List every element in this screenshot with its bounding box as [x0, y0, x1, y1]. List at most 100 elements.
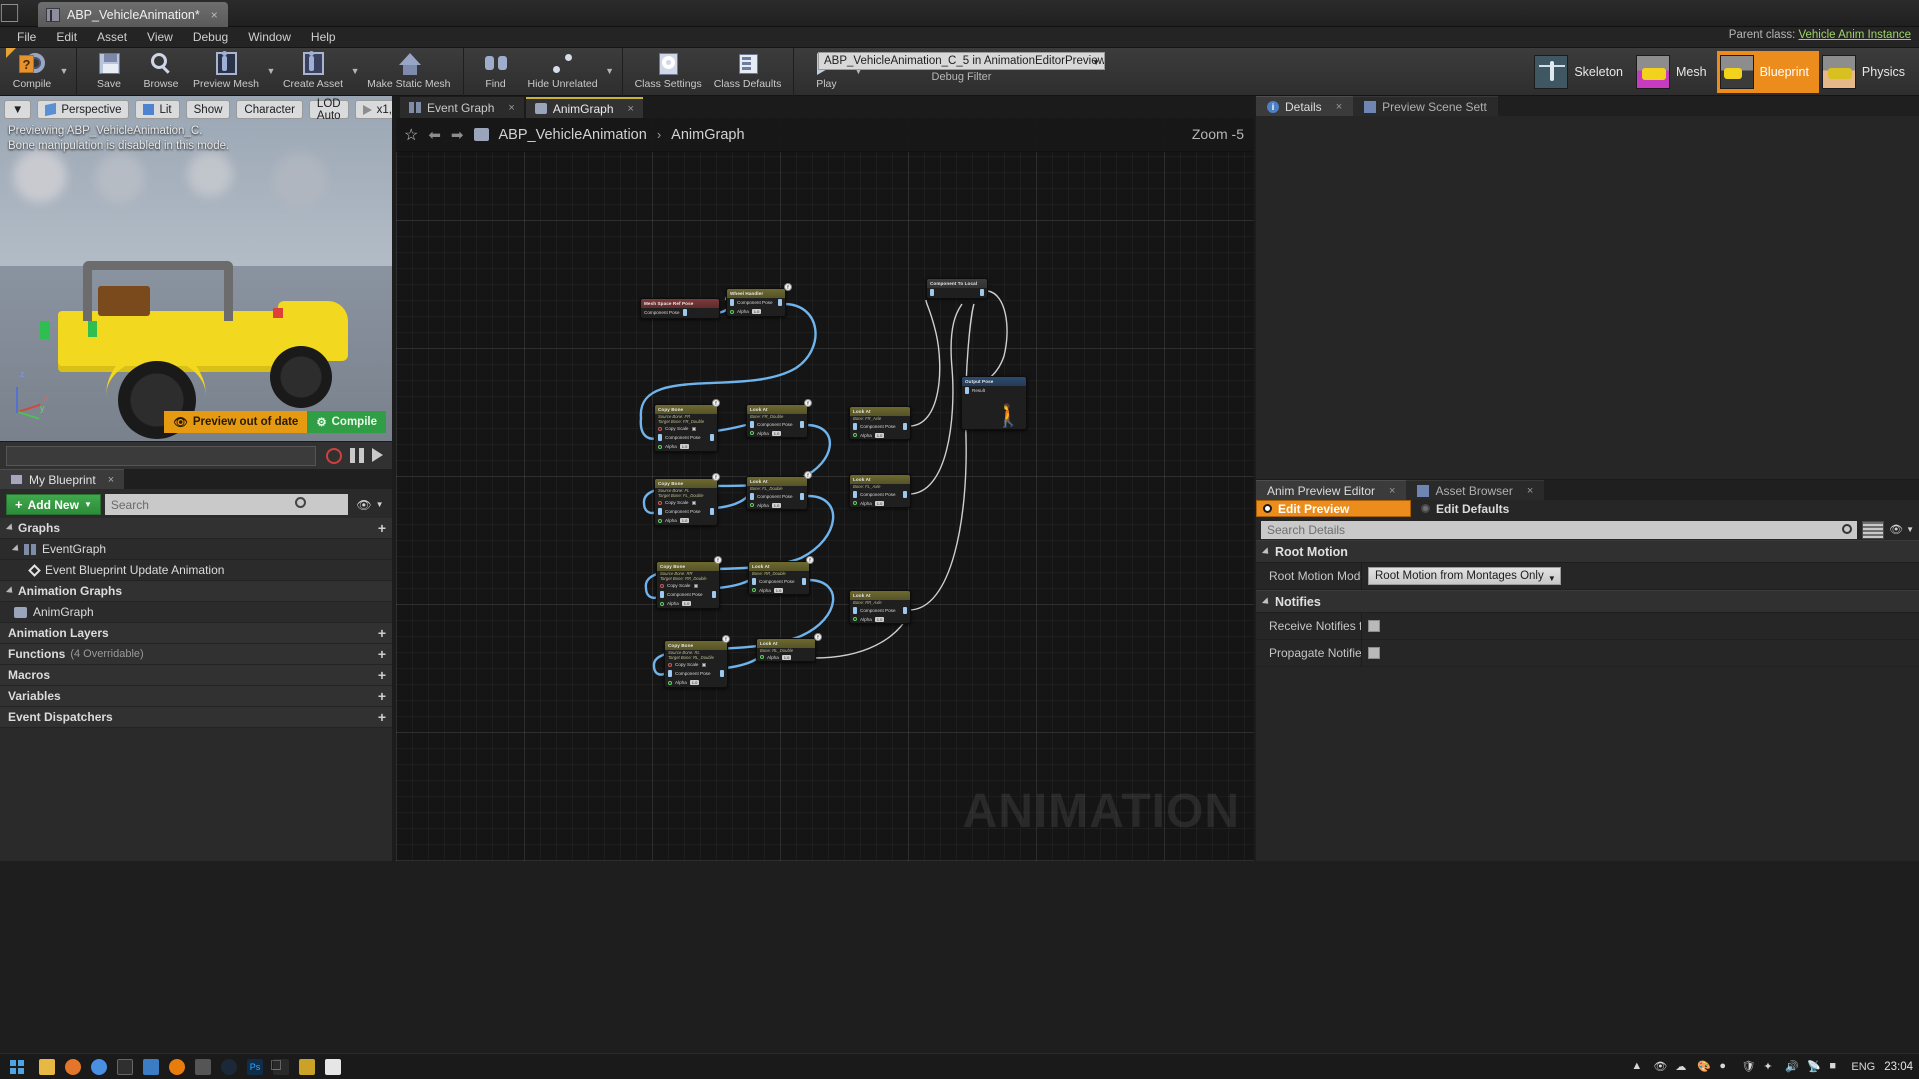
node-copyscale-row[interactable]: Copy Scale	[657, 582, 719, 590]
input-pin[interactable]	[930, 289, 934, 296]
node-look-at-fr-double[interactable]: Look At Bone: FR_Double Component Pose A…	[746, 404, 808, 438]
viewport-lod-button[interactable]: LOD Auto	[308, 98, 349, 122]
viewport-compile-button[interactable]: ⚙ Compile	[307, 411, 386, 433]
node-pin-row[interactable]: Component Pose	[850, 489, 910, 499]
discord-icon[interactable]: ●	[1719, 1060, 1732, 1073]
alpha-value[interactable]: 1.0	[874, 500, 885, 506]
menu-item-file[interactable]: File	[8, 28, 45, 46]
add-new-button[interactable]: + Add New ▼	[6, 494, 101, 515]
timeline-field[interactable]	[6, 446, 316, 466]
taskbar-app-steam[interactable]	[216, 1054, 242, 1079]
alpha-pin[interactable]	[853, 617, 857, 621]
battery-icon[interactable]: ■	[1829, 1060, 1842, 1073]
copy-scale-pin[interactable]	[668, 662, 672, 667]
preview-out-of-date-button[interactable]: 👁 Preview out of date	[164, 411, 308, 433]
parent-class-value[interactable]: Vehicle Anim Instance	[1798, 29, 1911, 41]
receive-notifies-checkbox[interactable]	[1368, 620, 1380, 632]
add-function-icon[interactable]: +	[378, 646, 386, 662]
node-pin-row[interactable]: Component Pose	[747, 419, 807, 429]
alpha-value[interactable]: 1.0	[874, 616, 885, 622]
breadcrumb-leaf[interactable]: AnimGraph	[671, 127, 744, 143]
close-icon[interactable]: ×	[1389, 485, 1395, 497]
class-settings-button[interactable]: Class Settings	[629, 48, 708, 94]
mode-blueprint[interactable]: Blueprint	[1716, 51, 1819, 93]
browse-button[interactable]: Browse	[135, 48, 187, 94]
input-pin[interactable]	[853, 606, 857, 614]
root-motion-mode-dropdown[interactable]: Root Motion from Montages Only ▼	[1368, 567, 1561, 585]
taskbar-app-blender[interactable]	[164, 1054, 190, 1079]
tree-item-functions[interactable]: Functions (4 Overridable) +	[0, 644, 392, 665]
menu-item-view[interactable]: View	[138, 28, 182, 46]
hide-unrelated-dropdown-icon[interactable]: ▼	[604, 48, 616, 94]
tree-item-macros[interactable]: Macros +	[0, 665, 392, 686]
debug-object-select[interactable]: ABP_VehicleAnimation_C_5 in AnimationEdi…	[818, 52, 1105, 70]
language-indicator[interactable]: ENG	[1851, 1061, 1875, 1073]
node-alpha-row[interactable]: Alpha 1.0	[850, 615, 910, 623]
input-pin[interactable]	[658, 508, 662, 515]
output-pin[interactable]	[800, 492, 804, 500]
menu-item-window[interactable]: Window	[239, 28, 300, 46]
viewport-options-button[interactable]: ▼	[4, 100, 32, 119]
tree-item-event-dispatchers[interactable]: Event Dispatchers +	[0, 707, 392, 728]
propagate-notifies-checkbox[interactable]	[1368, 647, 1380, 659]
back-arrow-icon[interactable]: ⬅	[428, 126, 441, 144]
show-hidden-icon[interactable]: ▲	[1631, 1060, 1644, 1073]
alpha-pin[interactable]	[658, 518, 662, 523]
menu-item-help[interactable]: Help	[302, 28, 345, 46]
viewport-lit-button[interactable]: Lit	[135, 100, 180, 119]
taskbar-app-chrome[interactable]	[86, 1054, 112, 1079]
input-pin[interactable]	[853, 422, 857, 430]
start-button[interactable]	[0, 1054, 34, 1079]
taskbar-app-folder[interactable]	[294, 1054, 320, 1079]
node-copy-bone-fl[interactable]: Copy Bone Source Bone: FL Target Bone: F…	[654, 478, 718, 526]
input-pin[interactable]	[668, 670, 672, 677]
class-defaults-button[interactable]: Class Defaults	[708, 48, 788, 94]
record-button[interactable]	[326, 448, 342, 464]
node-alpha-row[interactable]: Alpha 1.0	[850, 499, 910, 507]
node-look-at-fl-axle[interactable]: Look At Bone: FL_Axle Component Pose Alp…	[849, 474, 911, 508]
alpha-pin[interactable]	[730, 309, 734, 314]
input-pin[interactable]	[965, 387, 969, 394]
node-alpha-row[interactable]: Alpha 1.0	[850, 431, 910, 439]
shield-icon[interactable]: 🛡	[1741, 1060, 1755, 1073]
alpha-pin[interactable]	[660, 601, 664, 606]
output-pin[interactable]	[980, 289, 984, 296]
alpha-pin[interactable]	[750, 431, 754, 435]
palette-icon[interactable]: 🎨	[1697, 1060, 1711, 1073]
alpha-pin[interactable]	[750, 503, 754, 507]
node-alpha-row[interactable]: Alpha 1.0	[747, 501, 807, 509]
node-alpha-row[interactable]: Alpha 1.0	[749, 586, 809, 594]
add-variable-icon[interactable]: +	[378, 688, 386, 704]
search-details-input[interactable]: Search Details	[1261, 520, 1858, 539]
close-icon[interactable]: ×	[1336, 101, 1342, 113]
output-pin[interactable]	[682, 309, 687, 316]
node-look-at-fr-axle[interactable]: Look At Bone: FR_Axle Component Pose Alp…	[849, 406, 911, 440]
alpha-value[interactable]: 1.0	[681, 601, 692, 606]
node-copy-bone-rr[interactable]: Copy Bone Source Bone: RR Target Bone: R…	[656, 561, 720, 609]
document-tab[interactable]: ABP_VehicleAnimation* ×	[38, 2, 228, 27]
output-pin[interactable]	[712, 591, 716, 598]
tree-item-animation-graphs[interactable]: Animation Graphs	[0, 581, 392, 602]
alpha-value[interactable]: 1.0	[679, 518, 690, 523]
mode-mesh[interactable]: Mesh	[1633, 51, 1717, 93]
tree-item-eventgraph[interactable]: EventGraph	[0, 539, 392, 560]
close-icon[interactable]: ×	[628, 103, 634, 115]
preview-mesh-dropdown-icon[interactable]: ▼	[265, 48, 277, 94]
taskbar-app-photoshop[interactable]: Ps	[242, 1054, 268, 1079]
node-pin-row[interactable]: Component Pose	[727, 298, 785, 308]
add-dispatcher-icon[interactable]: +	[378, 709, 386, 725]
output-pin[interactable]	[903, 606, 907, 614]
node-pin-row[interactable]: Component Pose	[657, 590, 719, 600]
alpha-pin[interactable]	[853, 433, 857, 437]
node-pin-row[interactable]: Result	[962, 386, 1026, 396]
alpha-value[interactable]: 1.0	[689, 680, 700, 685]
add-graph-icon[interactable]: +	[378, 520, 386, 536]
node-alpha-row[interactable]: Alpha 1.0	[665, 679, 727, 687]
compile-dropdown-icon[interactable]: ▼	[58, 48, 70, 94]
my-blueprint-search-input[interactable]: Search	[104, 494, 348, 515]
node-copy-bone-fr[interactable]: Copy Bone Source Bone: FR Target Bone: F…	[654, 404, 718, 452]
node-alpha-row[interactable]: Alpha 1.0	[747, 429, 807, 437]
alpha-pin[interactable]	[760, 655, 764, 659]
node-pin-row[interactable]: Component Pose	[641, 308, 719, 318]
node-alpha-row[interactable]: Alpha 1.0	[655, 443, 717, 451]
